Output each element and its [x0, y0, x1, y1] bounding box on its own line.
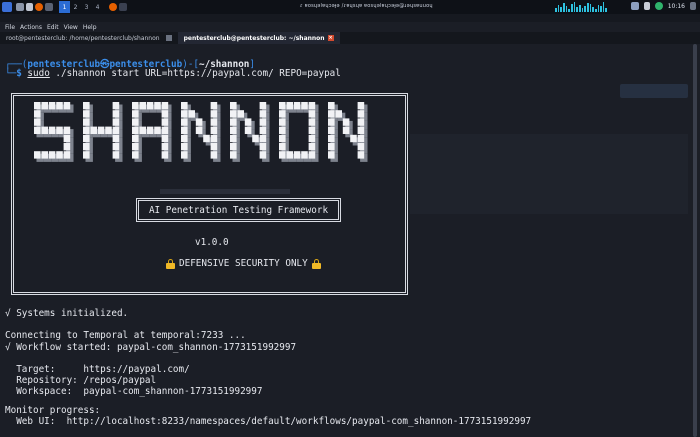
workspace-switcher[interactable]: 1 2 3 4: [59, 1, 103, 13]
menu-bar: File Actions Edit View Help: [0, 22, 700, 32]
lock-icon: [166, 258, 175, 269]
output-monitor: Monitor progress:: [5, 405, 101, 416]
volume-icon[interactable]: [643, 2, 650, 10]
files-icon[interactable]: [26, 3, 33, 11]
kali-menu-icon[interactable]: [2, 2, 12, 12]
menu-help[interactable]: Help: [83, 24, 97, 31]
background-window-shape: [410, 134, 688, 214]
defensive-notice: DEFENSIVE SECURITY ONLY: [162, 258, 325, 269]
prompt-symbol: $: [16, 68, 22, 79]
tab-label: pentesterclub@pentesterclub: ~/shannon: [183, 34, 325, 42]
version-label: v1.0.0: [195, 237, 229, 248]
top-panel: 1 2 3 4 ɾ ɐosɥǝlɐɥɔǝɟǝ /ɾɐɥsɥɐ ɐosɥǝlɐɥɔ…: [0, 0, 700, 14]
terminal-launcher-icon[interactable]: [45, 3, 53, 11]
tab-close-icon[interactable]: [165, 35, 172, 41]
lock-icon: [311, 258, 321, 269]
output-workspace: Workspace: paypal-com_shannon-1773151992…: [5, 386, 263, 397]
menu-actions[interactable]: Actions: [20, 24, 42, 31]
workspace-1[interactable]: 1: [59, 1, 70, 13]
menu-edit[interactable]: Edit: [47, 24, 59, 31]
system-tray: 10:16: [630, 2, 696, 10]
workspace-2[interactable]: 2: [70, 1, 81, 13]
network-icon[interactable]: [630, 2, 639, 10]
menu-view[interactable]: View: [64, 24, 78, 31]
menu-file[interactable]: File: [5, 24, 15, 31]
tab-user-shell[interactable]: pentesterclub@pentesterclub: ~/shannon ×: [177, 32, 340, 44]
output-connecting: Connecting to Temporal at temporal:7233 …: [5, 330, 246, 341]
workspace-4[interactable]: 4: [92, 1, 103, 13]
command-text: ./shannon start URL=https://paypal.com/ …: [49, 68, 341, 79]
output-target: Target: https://paypal.com/: [5, 364, 190, 375]
scrollbar-thumb[interactable]: [693, 44, 697, 437]
banner-subtitle: AI Penetration Testing Framework: [148, 204, 329, 216]
active-window-title: ɾ ɐosɥǝlɐɥɔǝɟǝ /ɾɐɥsɥɐ ɐosɥǝlɐɥɔǝɟǝ@ɹǝɥs…: [300, 3, 433, 9]
output-repository: Repository: /repos/paypal: [5, 375, 157, 386]
firefox-icon[interactable]: [35, 3, 43, 11]
subtitle-box: AI Penetration Testing Framework: [136, 198, 341, 222]
window-icon[interactable]: [16, 3, 24, 11]
shannon-logo: [34, 102, 368, 162]
tab-root-shell[interactable]: root@pentesterclub: /home/pentesterclub/…: [0, 32, 178, 44]
tab-bar: root@pentesterclub: /home/pentesterclub/…: [0, 32, 700, 44]
background-window-shape: [620, 84, 688, 98]
battery-icon[interactable]: [654, 2, 663, 10]
cpu-graph: [555, 2, 608, 12]
prompt-line-2: └─$ sudo ./shannon start URL=https://pay…: [5, 68, 341, 79]
workspace-3[interactable]: 3: [81, 1, 92, 13]
tab-close-icon[interactable]: ×: [327, 35, 334, 41]
output-init: √ Systems initialized.: [5, 308, 129, 319]
command-sudo: sudo: [27, 68, 50, 79]
tab-label: root@pentesterclub: /home/pentesterclub/…: [6, 34, 160, 42]
scrollbar[interactable]: [690, 44, 700, 437]
title-strip: [0, 14, 700, 22]
terminal-task-icon[interactable]: [119, 3, 127, 11]
clock[interactable]: 10:16: [668, 3, 685, 10]
notice-text: DEFENSIVE SECURITY ONLY: [179, 258, 308, 269]
output-workflow: √ Workflow started: paypal-com_shannon-1…: [5, 342, 297, 353]
firefox-task-icon[interactable]: [109, 3, 117, 11]
prompt-corner: └─: [5, 68, 17, 79]
power-icon[interactable]: [690, 2, 696, 10]
output-webui[interactable]: Web UI: http://localhost:8233/namespaces…: [5, 416, 531, 427]
